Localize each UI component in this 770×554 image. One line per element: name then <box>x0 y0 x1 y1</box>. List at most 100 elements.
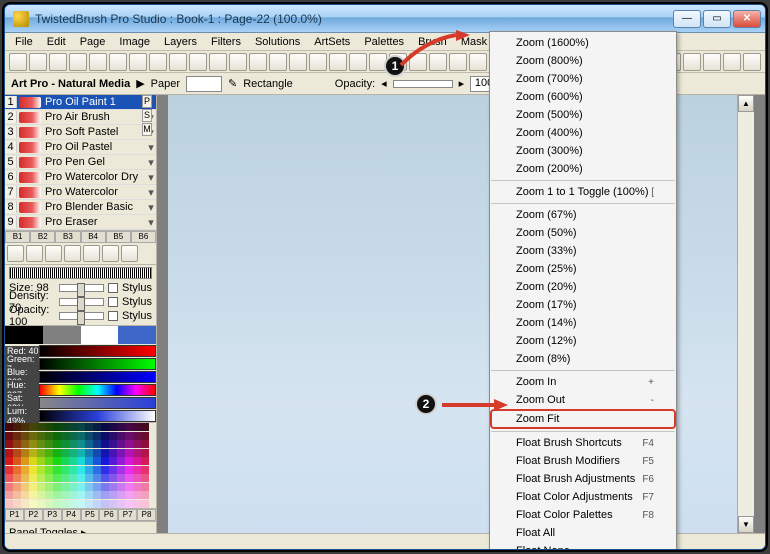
palette-cell[interactable] <box>77 449 85 457</box>
menu-artsets[interactable]: ArtSets <box>308 34 356 50</box>
palette-cell[interactable] <box>29 491 37 499</box>
palette-cell[interactable] <box>61 423 69 431</box>
menu-item[interactable]: Zoom (12%) <box>490 332 676 350</box>
palette-cell[interactable] <box>109 474 117 482</box>
menu-item[interactable]: Zoom (14%) <box>490 314 676 332</box>
opacity-next-icon[interactable]: ▸ <box>459 77 465 90</box>
palette-tab[interactable]: P1 <box>5 509 24 521</box>
palette-cell[interactable] <box>125 491 133 499</box>
palette-cell[interactable] <box>21 483 29 491</box>
palette-cell[interactable] <box>29 449 37 457</box>
palette-cell[interactable] <box>45 423 53 431</box>
palette-cell[interactable] <box>93 466 101 474</box>
palette-cell[interactable] <box>85 457 93 465</box>
palette-tab[interactable]: P6 <box>99 509 118 521</box>
palette-cell[interactable] <box>93 423 101 431</box>
palette-cell[interactable] <box>109 483 117 491</box>
palette-cell[interactable] <box>29 423 37 431</box>
tool-save-icon[interactable] <box>49 53 67 71</box>
brush-tab[interactable]: B3 <box>55 231 80 243</box>
palette-cell[interactable] <box>141 491 149 499</box>
palette-cell[interactable] <box>101 457 109 465</box>
palette-cell[interactable] <box>93 440 101 448</box>
palette-cell[interactable] <box>13 491 21 499</box>
brushset-name[interactable]: Art Pro - Natural Media <box>11 78 130 90</box>
palette-cell[interactable] <box>93 432 101 440</box>
palette-cell[interactable] <box>133 423 141 431</box>
palette-cell[interactable] <box>45 474 53 482</box>
palette-cell[interactable] <box>61 466 69 474</box>
palette-cell[interactable] <box>21 474 29 482</box>
palette-cell[interactable] <box>101 474 109 482</box>
palette-cell[interactable] <box>53 432 61 440</box>
menu-item[interactable]: Float Color PalettesF8 <box>490 506 676 524</box>
palette-cell[interactable] <box>117 500 125 508</box>
menu-mask[interactable]: Mask <box>455 34 493 50</box>
palette-cell[interactable] <box>117 432 125 440</box>
palette-cell[interactable] <box>141 466 149 474</box>
palette-cell[interactable] <box>141 440 149 448</box>
palette-cell[interactable] <box>133 432 141 440</box>
brush-tab[interactable]: B4 <box>81 231 106 243</box>
palette-cell[interactable] <box>61 440 69 448</box>
palette-cell[interactable] <box>21 466 29 474</box>
menu-item[interactable]: Float Color AdjustmentsF7 <box>490 488 676 506</box>
palette-cell[interactable] <box>141 457 149 465</box>
palette-cell[interactable] <box>21 423 29 431</box>
palette-cell[interactable] <box>45 432 53 440</box>
palette-cell[interactable] <box>117 449 125 457</box>
tool-copy-icon[interactable] <box>109 53 127 71</box>
brush-row[interactable]: 7Pro Watercolor▾ <box>5 185 156 200</box>
color-swatch[interactable] <box>5 326 43 344</box>
brush-tab[interactable]: B2 <box>30 231 55 243</box>
menu-item[interactable]: Zoom (1600%) <box>490 34 676 52</box>
palette-cell[interactable] <box>13 449 21 457</box>
palette-cell[interactable] <box>29 440 37 448</box>
mini-tool-6[interactable] <box>102 245 119 262</box>
palette-cell[interactable] <box>125 440 133 448</box>
mini-tool-4[interactable] <box>64 245 81 262</box>
menu-item[interactable]: Zoom (300%) <box>490 142 676 160</box>
scroll-down-icon[interactable]: ▼ <box>738 516 754 533</box>
palette-cell[interactable] <box>85 432 93 440</box>
menu-item[interactable]: Zoom (500%) <box>490 106 676 124</box>
brush-tab[interactable]: B6 <box>131 231 156 243</box>
palette-cell[interactable] <box>21 491 29 499</box>
palette-cell[interactable] <box>45 466 53 474</box>
tool-fill-icon[interactable] <box>349 53 367 71</box>
palette-cell[interactable] <box>133 449 141 457</box>
tool-eraser-icon[interactable] <box>329 53 347 71</box>
tool-brush-icon[interactable] <box>289 53 307 71</box>
palette-cell[interactable] <box>77 432 85 440</box>
palette-cell[interactable] <box>21 457 29 465</box>
palette-cell[interactable] <box>21 500 29 508</box>
brush-flag-M[interactable]: M <box>142 123 152 136</box>
color-palette[interactable] <box>5 423 156 509</box>
palette-cell[interactable] <box>101 466 109 474</box>
tool-extra-5-icon[interactable] <box>703 53 721 71</box>
brush-row[interactable]: 5Pro Pen Gel▾ <box>5 155 156 170</box>
palette-cell[interactable] <box>45 500 53 508</box>
palette-cell[interactable] <box>117 474 125 482</box>
brush-row[interactable]: 6Pro Watercolor Dry▾ <box>5 170 156 185</box>
palette-cell[interactable] <box>69 432 77 440</box>
palette-cell[interactable] <box>101 500 109 508</box>
palette-cell[interactable] <box>45 457 53 465</box>
palette-cell[interactable] <box>93 500 101 508</box>
menu-file[interactable]: File <box>9 34 39 50</box>
palette-cell[interactable] <box>77 491 85 499</box>
palette-cell[interactable] <box>5 432 13 440</box>
menu-item[interactable]: Zoom (50%) <box>490 224 676 242</box>
palette-cell[interactable] <box>13 500 21 508</box>
palette-cell[interactable] <box>85 491 93 499</box>
palette-tab[interactable]: P7 <box>118 509 137 521</box>
palette-cell[interactable] <box>69 423 77 431</box>
brush-row[interactable]: 9Pro Eraser▾ <box>5 215 156 230</box>
palette-cell[interactable] <box>53 500 61 508</box>
menu-item[interactable]: Zoom Fit <box>490 409 676 429</box>
palette-cell[interactable] <box>5 500 13 508</box>
palette-cell[interactable] <box>61 457 69 465</box>
palette-cell[interactable] <box>133 491 141 499</box>
palette-cell[interactable] <box>29 457 37 465</box>
palette-cell[interactable] <box>77 500 85 508</box>
